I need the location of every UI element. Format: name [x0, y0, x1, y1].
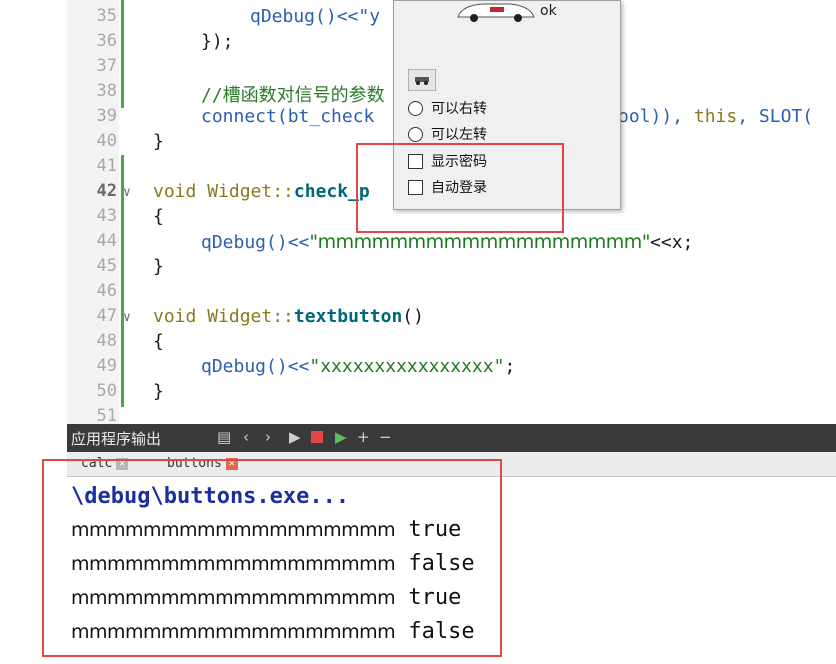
code-fragment: <<x; — [650, 232, 694, 253]
radio-turn-left[interactable]: 可以左转 — [408, 124, 487, 144]
filter-icon[interactable]: ▤ — [217, 428, 231, 446]
panel-title: 应用程序输出 — [71, 430, 162, 448]
line-number: 50 — [96, 381, 117, 401]
code-call: qDebug()<< — [201, 232, 310, 253]
code-line: } — [153, 381, 164, 402]
radio-turn-right[interactable]: 可以右转 — [408, 98, 487, 118]
line-number: 49 — [96, 356, 117, 376]
radio-circle-icon[interactable] — [408, 126, 423, 142]
line-number: 47 — [96, 306, 117, 326]
code-line: qDebug()<<"xxxxxxxxxxxxxxxx"; — [201, 356, 515, 377]
code-line: } — [153, 131, 164, 152]
code-call: qDebug()<< — [201, 356, 310, 377]
radio-label: 可以左转 — [431, 127, 487, 143]
line-number: 45 — [96, 256, 117, 276]
prev-icon[interactable]: ‹ — [243, 428, 249, 446]
fold-chevron-icon[interactable]: ∨ — [123, 310, 131, 325]
code-line: connect(bt_check — [201, 106, 375, 127]
line-number: 41 — [96, 156, 117, 176]
run-icon[interactable]: ▶ — [289, 428, 301, 446]
line-number: 37 — [96, 56, 117, 76]
change-marker — [121, 0, 124, 108]
code-fragment: ; — [504, 356, 516, 377]
ok-label: ok — [540, 3, 557, 19]
code-function: textbutton — [293, 306, 403, 327]
stop-icon[interactable] — [311, 431, 323, 443]
line-number: 43 — [96, 206, 117, 226]
code-keyword: this — [693, 106, 738, 127]
highlight-box-checkboxes — [356, 143, 564, 233]
fold-chevron-icon[interactable]: ∨ — [123, 185, 131, 200]
minus-icon[interactable]: − — [379, 428, 392, 446]
code-line: }); — [201, 31, 234, 52]
radio-circle-icon[interactable] — [408, 100, 423, 116]
code-line: qDebug()<<"y — [250, 6, 381, 27]
line-number: 39 — [96, 106, 117, 126]
code-fragment: ool)), — [618, 106, 694, 127]
line-number: 36 — [96, 31, 117, 51]
code-line: void Widget::check_p — [153, 181, 370, 202]
code-line: void Widget::textbutton() — [153, 306, 424, 327]
code-comment: //槽函数对信号的参数 — [201, 85, 385, 106]
line-number-gutter: 35 36 37 38 39 40 41 42 43 44 45 46 47 4… — [67, 0, 119, 426]
code-fragment: , SLOT( — [737, 106, 814, 127]
line-number: 46 — [96, 281, 117, 301]
code-class: Widget:: — [196, 306, 294, 327]
code-keyword: void — [153, 306, 197, 327]
code-line: ool)), this, SLOT( — [618, 106, 813, 127]
line-number: 51 — [96, 406, 117, 426]
line-number: 48 — [96, 331, 117, 351]
line-number: 35 — [96, 6, 117, 26]
code-line: qDebug()<<"mmmmmmmmmmmmmmmmmm"<<x; — [201, 231, 693, 253]
image-button[interactable] — [408, 69, 436, 91]
code-fragment: () — [402, 306, 424, 327]
highlight-box-output — [42, 459, 502, 657]
line-number-current: 42 — [96, 181, 117, 201]
output-panel-toolbar: 应用程序输出 ▤ ‹ › ▶ ▶ + − — [67, 424, 836, 452]
car-small-icon — [415, 77, 429, 85]
code-line: { — [153, 331, 164, 352]
car-image-icon — [457, 3, 535, 22]
next-icon[interactable]: › — [265, 428, 271, 446]
code-line: { — [153, 206, 164, 227]
plus-icon[interactable]: + — [357, 428, 370, 446]
code-line: } — [153, 256, 164, 277]
line-number: 38 — [96, 81, 117, 101]
code-keyword: void — [153, 181, 197, 202]
code-class: Widget:: — [196, 181, 294, 202]
debug-run-icon[interactable]: ▶ — [335, 428, 347, 446]
code-string: "xxxxxxxxxxxxxxxx" — [309, 356, 505, 377]
code-string: "mmmmmmmmmmmmmmmmmm" — [309, 231, 651, 253]
line-number: 44 — [96, 231, 117, 251]
radio-label: 可以右转 — [431, 101, 487, 117]
line-number: 40 — [96, 131, 117, 151]
